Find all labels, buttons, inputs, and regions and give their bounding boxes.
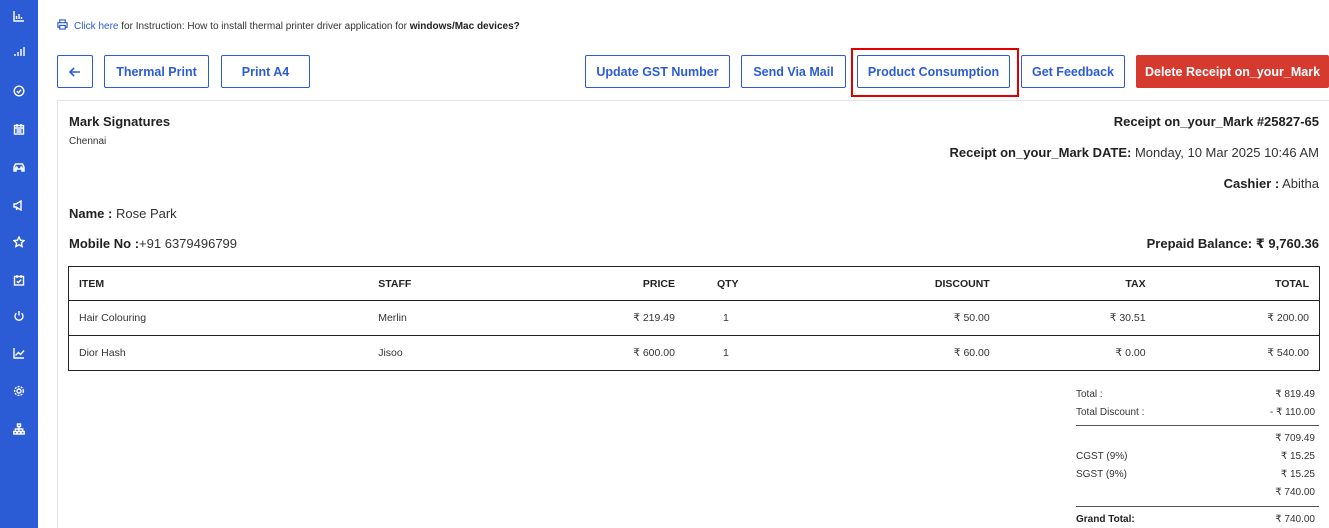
discount-value: - ₹ 110.00 — [1269, 407, 1315, 418]
sidebar — [0, 0, 38, 528]
trend-icon[interactable] — [0, 343, 38, 363]
cashier-value: Abitha — [1282, 176, 1319, 191]
cell-discount: ₹ 50.00 — [834, 300, 1000, 336]
delete-receipt-button[interactable]: Delete Receipt on_your_Mark — [1136, 55, 1329, 88]
mobile-value: +91 6379496799 — [139, 236, 238, 251]
cgst-row: CGST (9%) ₹ 15.25 — [1076, 451, 1315, 462]
signal-icon[interactable] — [0, 42, 38, 62]
selection-highlight — [851, 48, 1019, 97]
items-table: ITEM STAFF PRICE QTY DISCOUNT TAX TOTAL … — [68, 266, 1320, 371]
cgst-value: ₹ 15.25 — [1280, 451, 1315, 462]
star-icon[interactable] — [0, 232, 38, 252]
cell-price: ₹ 219.49 — [548, 300, 685, 336]
column-header-item: ITEM — [68, 266, 369, 301]
sgst-row: SGST (9%) ₹ 15.25 — [1076, 469, 1315, 480]
grand-total-row: Grand Total: ₹ 740.00 — [1076, 514, 1315, 525]
check-circle-icon[interactable] — [0, 81, 38, 101]
sitemap-icon[interactable] — [0, 419, 38, 439]
customer-name-label: Name : — [69, 206, 113, 221]
column-header-tax: TAX — [999, 266, 1156, 301]
total-row: Total : ₹ 819.49 — [1076, 389, 1315, 400]
thermal-print-button[interactable]: Thermal Print — [104, 55, 209, 88]
column-header-price: PRICE — [548, 266, 685, 301]
after-tax-row: ₹ 740.00 — [1076, 487, 1315, 498]
instruction-text: for Instruction: How to install thermal … — [121, 20, 407, 32]
table-row: Hair Colouring Merlin ₹ 219.49 1 ₹ 50.00… — [68, 300, 1320, 336]
instruction-bold: windows/Mac devices? — [409, 20, 520, 32]
grand-total-divider — [1076, 506, 1319, 507]
sgst-value: ₹ 15.25 — [1280, 469, 1315, 480]
grand-total-label: Grand Total: — [1076, 514, 1135, 525]
table-header-row: ITEM STAFF PRICE QTY DISCOUNT TAX TOTAL — [68, 266, 1320, 301]
cell-item: Dior Hash — [79, 347, 126, 359]
get-feedback-button[interactable]: Get Feedback — [1021, 55, 1125, 88]
sgst-label: SGST (9%) — [1076, 469, 1127, 480]
bar-chart-icon[interactable] — [0, 6, 38, 26]
cell-qty: 1 — [722, 347, 729, 359]
cell-tax: ₹ 30.51 — [999, 300, 1156, 336]
totals-divider — [1076, 425, 1319, 426]
cell-staff: Merlin — [368, 300, 549, 336]
after-tax-value: ₹ 740.00 — [1275, 487, 1315, 498]
grand-total-value: ₹ 740.00 — [1275, 514, 1315, 525]
back-button[interactable] — [57, 55, 93, 88]
total-value: ₹ 819.49 — [1275, 389, 1315, 400]
cell-price: ₹ 600.00 — [633, 347, 675, 359]
column-header-qty: QTY — [684, 266, 835, 301]
mobile-label: Mobile No : — [69, 236, 140, 251]
car-icon[interactable] — [0, 157, 38, 177]
discount-label: Total Discount : — [1076, 407, 1145, 418]
arrow-left-icon — [69, 66, 80, 77]
cell-total: ₹ 540.00 — [1267, 347, 1309, 359]
cell-item: Hair Colouring — [68, 300, 369, 336]
settings-icon[interactable] — [0, 381, 38, 401]
cashier: Cashier : Abitha — [1224, 176, 1319, 191]
send-via-mail-button[interactable]: Send Via Mail — [741, 55, 846, 88]
cashier-label: Cashier : — [1223, 176, 1280, 191]
cell-staff: Jisoo — [378, 347, 403, 359]
prepaid-balance: Prepaid Balance: ₹ 9,760.36 — [1147, 236, 1319, 252]
table-row: Dior Hash Jisoo ₹ 600.00 1 ₹ 60.00 ₹ 0.0… — [69, 336, 1320, 371]
cell-discount: ₹ 60.00 — [953, 347, 990, 359]
megaphone-icon[interactable] — [0, 195, 38, 215]
receipt-date: Receipt on_your_Mark DATE: Monday, 10 Ma… — [950, 145, 1319, 160]
printer-icon — [57, 19, 68, 33]
customer-name: Name : Rose Park — [69, 206, 177, 221]
calendar-icon[interactable] — [0, 119, 38, 139]
cell-qty: 1 — [684, 300, 835, 336]
receipt-date-value: Monday, 10 Mar 2025 10:46 AM — [1134, 145, 1319, 160]
subtotal-value: ₹ 709.49 — [1275, 433, 1315, 444]
column-header-discount: DISCOUNT — [834, 266, 1000, 301]
print-a4-button[interactable]: Print A4 — [221, 55, 310, 88]
prepaid-label: Prepaid Balance: — [1146, 236, 1253, 251]
shop-name: Mark Signatures — [69, 114, 171, 129]
column-header-total: TOTAL — [1155, 266, 1320, 301]
instruction-link[interactable]: Click here — [74, 21, 118, 32]
update-gst-button[interactable]: Update GST Number — [585, 55, 730, 88]
cell-tax: ₹ 0.00 — [1115, 347, 1146, 359]
cell-total: ₹ 200.00 — [1155, 300, 1320, 336]
cgst-label: CGST (9%) — [1076, 451, 1128, 462]
receipt-date-label: Receipt on_your_Mark DATE: — [949, 145, 1132, 160]
total-label: Total : — [1076, 389, 1103, 400]
discount-row: Total Discount : - ₹ 110.00 — [1076, 407, 1315, 418]
subtotal-row: ₹ 709.49 — [1076, 433, 1315, 444]
column-header-staff: STAFF — [368, 266, 549, 301]
power-icon[interactable] — [0, 306, 38, 326]
prepaid-value: ₹ 9,760.36 — [1255, 236, 1319, 251]
shop-city: Chennai — [69, 136, 107, 147]
receipt-number: Receipt on_your_Mark #25827-65 — [1113, 114, 1319, 129]
customer-mobile: Mobile No :+91 6379496799 — [69, 236, 237, 251]
printer-instruction: Click here for Instruction: How to insta… — [57, 19, 520, 33]
calendar-check-icon[interactable] — [0, 270, 38, 290]
customer-name-value: Rose Park — [115, 206, 177, 221]
